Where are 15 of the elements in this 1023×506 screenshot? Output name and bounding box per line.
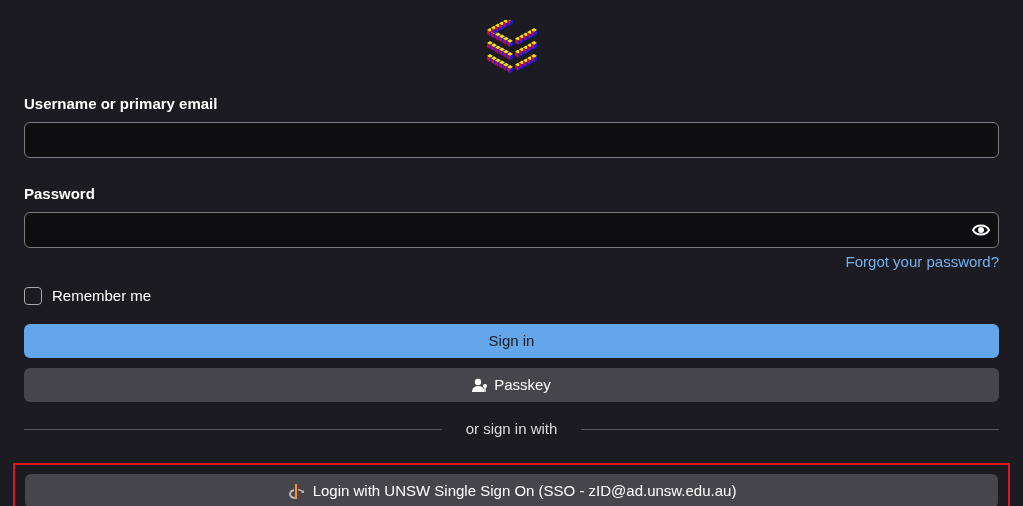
- logo-icon: [484, 20, 539, 76]
- field-label: Password: [24, 184, 96, 204]
- checkbox-label: Remember me: [52, 285, 152, 306]
- forgot-password-link[interactable]: Forgot your password?: [845, 252, 999, 272]
- openid-icon: [286, 482, 305, 500]
- eye-icon[interactable]: [972, 223, 990, 237]
- username-field[interactable]: [24, 122, 999, 158]
- sso-button[interactable]: Login with UNSW Single Sign On (SSO - zID@ad.unsw.edu.au): [25, 474, 998, 506]
- user-key-icon: [472, 378, 489, 392]
- divider-text: or sign in with: [464, 418, 559, 439]
- sign-in-button[interactable]: Sign in: [24, 324, 999, 358]
- passkey-button[interactable]: Passkey: [24, 368, 999, 402]
- field-label: Username or primary email: [24, 94, 219, 114]
- checkbox[interactable]: [24, 287, 42, 305]
- password-field[interactable]: [24, 212, 999, 248]
